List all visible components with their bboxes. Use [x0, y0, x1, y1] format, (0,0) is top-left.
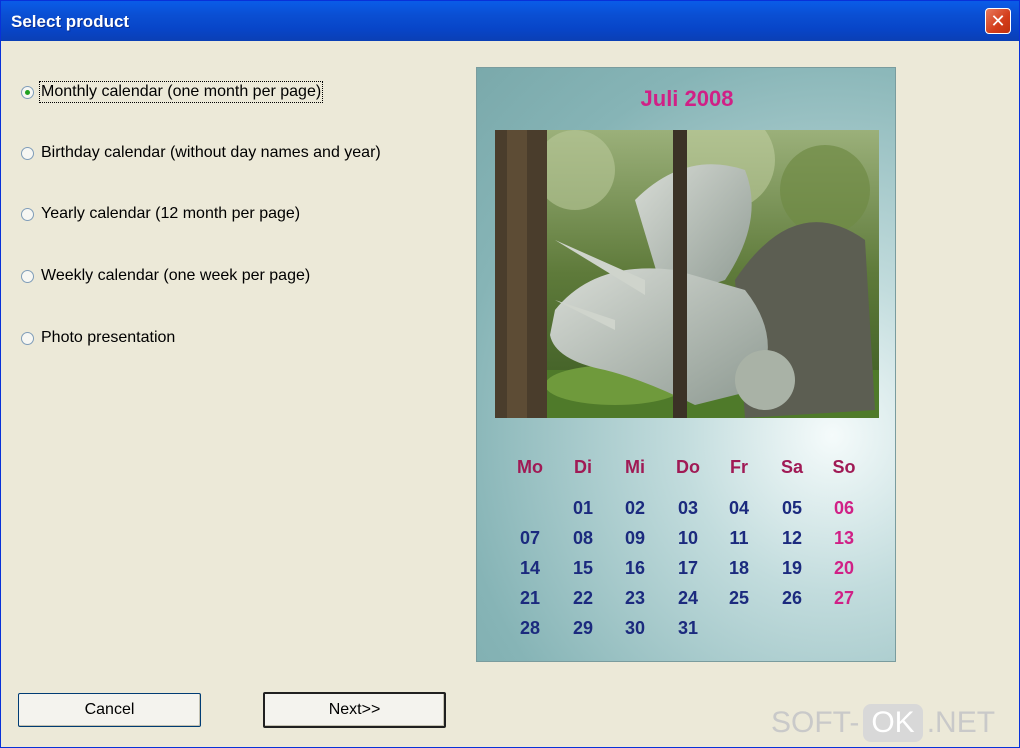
day-cell: 18	[728, 558, 750, 578]
radio-yearly-calendar[interactable]	[21, 207, 34, 221]
day-cell: 09	[624, 528, 646, 548]
watermark: SOFT- OK .NET	[771, 703, 995, 743]
close-icon: ✕	[990, 11, 1006, 31]
day-cell: 22	[572, 588, 594, 608]
option-weekly-calendar[interactable]: Weekly calendar (one week per page)	[21, 265, 310, 287]
day-cell: 08	[572, 528, 594, 548]
option-monthly-calendar[interactable]: Monthly calendar (one month per page)	[21, 81, 324, 103]
day-cell: 24	[677, 588, 699, 608]
day-cell: 16	[624, 558, 646, 578]
day-cell: 15	[572, 558, 594, 578]
day-cell: 11	[729, 528, 749, 548]
sunday-cell: 06	[833, 498, 855, 518]
day-cell: 29	[572, 618, 594, 638]
day-cell: 26	[781, 588, 803, 608]
watermark-suffix: .NET	[926, 706, 996, 739]
option-label: Photo presentation	[41, 329, 176, 346]
window-title: Select product	[11, 12, 130, 31]
day-cell: 30	[624, 618, 646, 638]
triceratops-photo	[495, 130, 879, 418]
watermark-box: OK	[863, 704, 923, 742]
sunday-cell: 20	[833, 558, 855, 578]
title-bar[interactable]: Select product ✕	[1, 1, 1019, 41]
day-cell: 21	[519, 588, 541, 608]
select-product-dialog: Select product ✕ Monthly calendar (one m…	[0, 0, 1020, 748]
cancel-button[interactable]: Cancel	[18, 693, 201, 727]
radio-birthday-calendar[interactable]	[21, 146, 34, 160]
option-birthday-calendar[interactable]: Birthday calendar (without day names and…	[21, 142, 381, 164]
day-cell: 17	[677, 558, 699, 578]
day-cell: 02	[624, 498, 646, 518]
weekday-header: Do	[676, 457, 700, 477]
option-photo-presentation[interactable]: Photo presentation	[21, 327, 175, 349]
day-cell: 23	[624, 588, 646, 608]
watermark-prefix: SOFT-	[771, 706, 860, 739]
close-button[interactable]: ✕	[985, 8, 1011, 34]
option-label: Birthday calendar (without day names and…	[41, 144, 381, 161]
day-cell: 05	[781, 498, 803, 518]
radio-photo-presentation[interactable]	[21, 331, 34, 345]
weekday-header: Mo	[517, 457, 543, 477]
sunday-cell: 27	[833, 588, 855, 608]
weekday-header: Sa	[780, 457, 804, 477]
day-cell: 07	[519, 528, 541, 548]
option-label: Monthly calendar (one month per page)	[38, 81, 324, 103]
day-cell: 01	[572, 498, 594, 518]
radio-weekly-calendar[interactable]	[21, 269, 34, 283]
month-title: Juli 2008	[640, 86, 734, 111]
photo-image	[495, 130, 879, 418]
weekday-header: Di	[574, 457, 592, 477]
weekday-header: Fr	[730, 457, 748, 477]
day-cell: 25	[728, 588, 750, 608]
weekday-header: Mi	[625, 457, 645, 477]
option-label: Yearly calendar (12 month per page)	[41, 205, 301, 222]
weekday-header: So	[832, 457, 856, 477]
day-cell: 31	[677, 618, 699, 638]
day-cell: 04	[728, 498, 750, 518]
day-cell: 19	[781, 558, 803, 578]
option-label: Weekly calendar (one week per page)	[41, 267, 311, 284]
next-button[interactable]: Next>>	[263, 692, 446, 728]
day-cell: 12	[781, 528, 803, 548]
radio-monthly-calendar[interactable]	[21, 85, 34, 99]
option-yearly-calendar[interactable]: Yearly calendar (12 month per page)	[21, 203, 300, 225]
day-cell: 28	[519, 618, 541, 638]
day-cell: 03	[677, 498, 699, 518]
sunday-cell: 13	[833, 528, 855, 548]
day-cell: 10	[677, 528, 699, 548]
calendar-preview: Juli 2008 Mo Di Mi Do Fr Sa So 01 02 03 …	[476, 67, 896, 662]
day-cell: 14	[519, 558, 541, 578]
